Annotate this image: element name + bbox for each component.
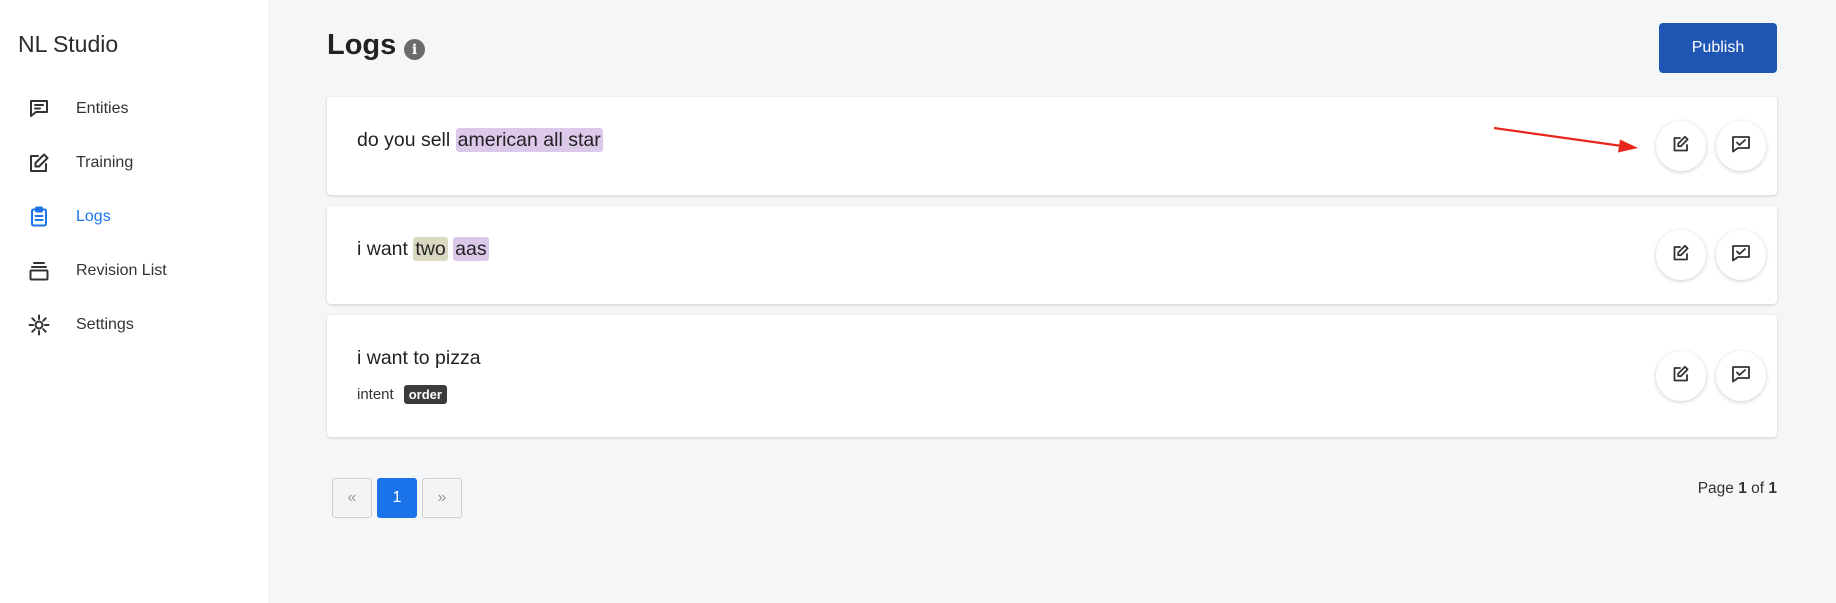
approve-log-button[interactable] (1716, 121, 1766, 171)
sidebar-item-settings[interactable]: Settings (0, 298, 268, 352)
page-title: Logs (327, 29, 397, 61)
page-total: 1 (1768, 480, 1777, 497)
utterance-text: do you sell (357, 129, 456, 151)
edit-log-button[interactable] (1656, 351, 1706, 401)
edit-icon (1672, 135, 1690, 158)
intent-badge[interactable]: order (403, 385, 447, 404)
next-page-button[interactable]: » (422, 478, 462, 518)
log-utterance: i want two aas (357, 237, 489, 261)
sidebar-item-label: Entities (76, 100, 129, 117)
edit-icon (28, 152, 50, 174)
intent-row: intent order (357, 385, 447, 404)
sidebar-item-label: Logs (76, 208, 111, 225)
log-card: i want to pizza intent order (327, 315, 1777, 437)
log-utterance: i want to pizza (357, 347, 481, 370)
approve-log-button[interactable] (1716, 351, 1766, 401)
page-1-button[interactable]: 1 (377, 478, 417, 518)
entity-highlight[interactable]: aas (453, 237, 489, 261)
message-check-icon (1731, 244, 1751, 267)
page-number: 1 (1738, 480, 1747, 497)
approve-log-button[interactable] (1716, 230, 1766, 280)
gear-icon (28, 314, 50, 336)
utterance-text: i want to pizza (357, 347, 481, 369)
page-info-prefix: Page (1697, 480, 1739, 497)
log-card: do you sell american all star (327, 97, 1777, 195)
sidebar-item-label: Training (76, 154, 134, 171)
log-card: i want two aas (327, 206, 1777, 304)
sidebar-item-entities[interactable]: Entities (0, 82, 268, 136)
page-info: Page 1 of 1 (1698, 480, 1777, 498)
sidebar-item-training[interactable]: Training (0, 136, 268, 190)
prev-page-button[interactable]: « (332, 478, 372, 518)
utterance-text: i want (357, 238, 414, 260)
layers-icon (28, 260, 50, 282)
publish-button[interactable]: Publish (1659, 23, 1777, 73)
page-info-of: of (1746, 480, 1769, 497)
app-brand: NL Studio (18, 31, 119, 57)
edit-log-button[interactable] (1656, 121, 1706, 171)
main-content: Logs i Publish do you sell american all … (268, 0, 1836, 603)
edit-icon (1672, 244, 1690, 267)
sidebar-item-logs[interactable]: Logs (0, 190, 268, 244)
message-check-icon (1731, 135, 1751, 158)
edit-log-button[interactable] (1656, 230, 1706, 280)
message-square-icon (28, 98, 50, 120)
sidebar-nav: Entities Training Logs Revision List Set… (0, 82, 268, 352)
intent-label: intent (357, 386, 394, 403)
entity-highlight[interactable]: two (413, 237, 448, 261)
sidebar-item-revision-list[interactable]: Revision List (0, 244, 268, 298)
sidebar-item-label: Revision List (76, 262, 167, 279)
info-icon[interactable]: i (404, 39, 425, 60)
log-utterance: do you sell american all star (357, 128, 603, 152)
entity-highlight[interactable]: american all star (455, 128, 603, 152)
clipboard-icon (28, 206, 50, 228)
pagination: « 1 » (332, 478, 462, 518)
edit-icon (1672, 365, 1690, 388)
sidebar: NL Studio Entities Training Logs Revisio… (0, 0, 268, 603)
message-check-icon (1731, 365, 1751, 388)
sidebar-item-label: Settings (76, 316, 134, 333)
